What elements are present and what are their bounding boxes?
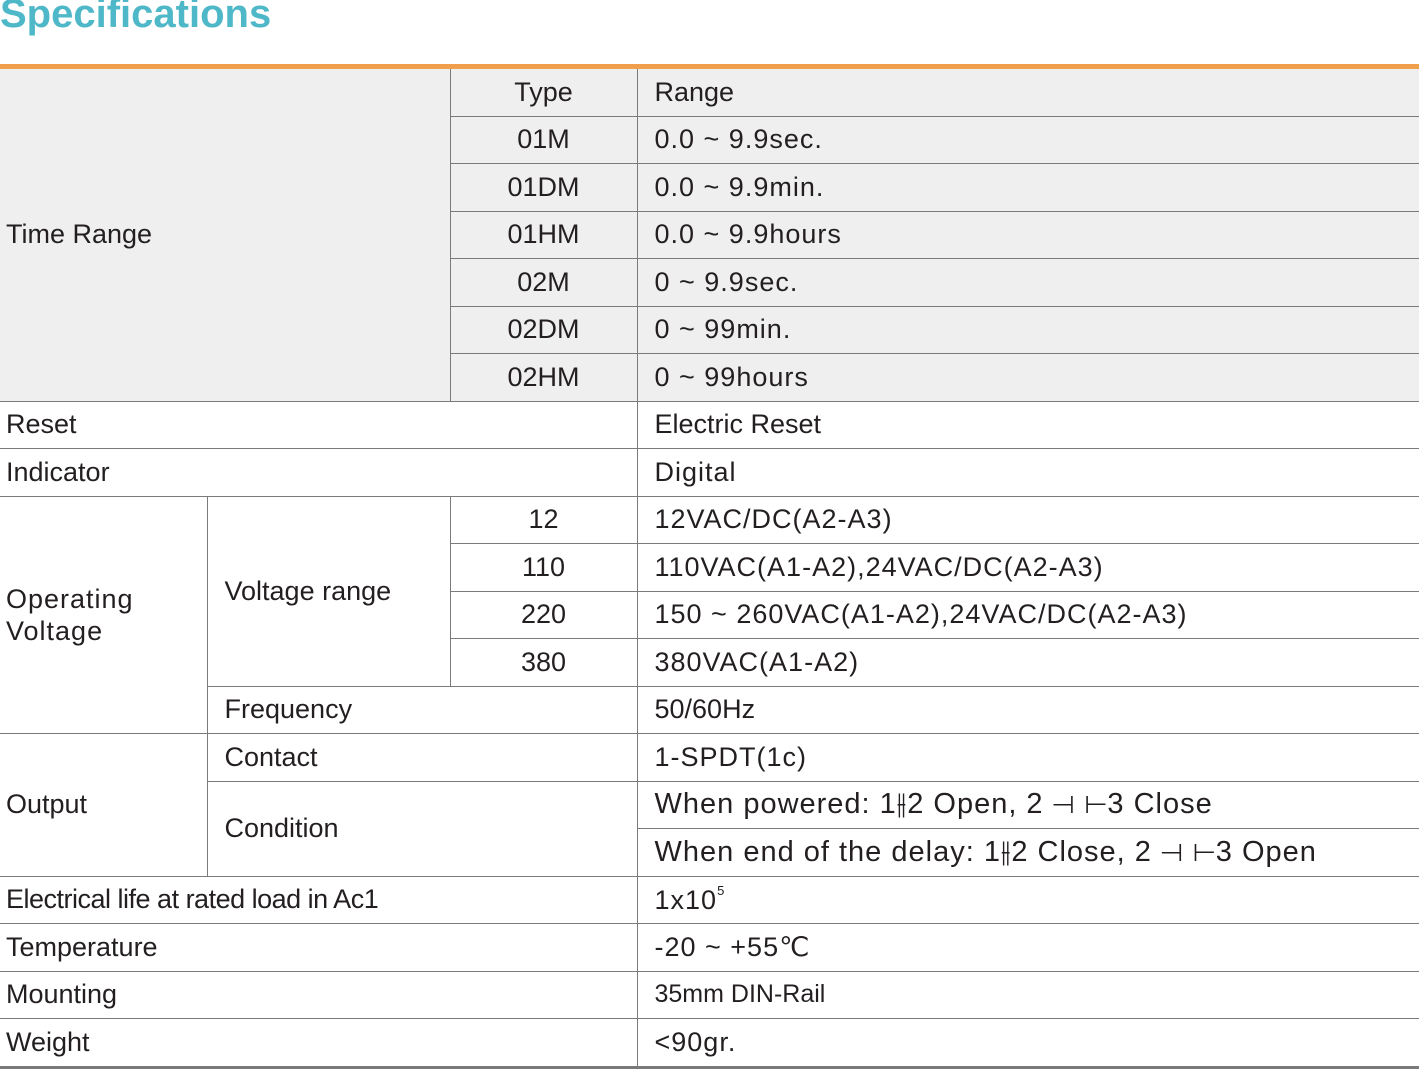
range-cell: 0 ~ 99hours <box>636 353 1419 402</box>
range-cell: 0 ~ 99min. <box>636 305 1419 354</box>
table-row: Output Contact 1-SPDT(1c) <box>0 733 1419 877</box>
weight-value: <90gr. <box>636 1018 1419 1069</box>
type-header: Type <box>449 69 638 117</box>
table-row: Time Range Type Range <box>0 69 1419 402</box>
voltage-code: 220 <box>450 590 638 639</box>
frequency-value: 50/60Hz <box>636 685 1419 734</box>
contact-label: Contact <box>206 733 638 782</box>
mounting-label: Mounting <box>0 970 638 1019</box>
type-cell: 02HM <box>450 353 638 402</box>
type-cell: 01DM <box>450 163 638 212</box>
electrical-life-label: Electrical life at rated load in Ac1 <box>0 875 638 924</box>
table-row: Reset Electric Reset <box>0 400 1419 449</box>
operating-voltage-line2: Voltage <box>6 615 104 646</box>
table-row: Operating Voltage Voltage range 12 12VAC… <box>0 495 1419 734</box>
specifications-table: Time Range Type Range 01M 0.0 ~ 9.9sec. … <box>0 69 1419 1069</box>
type-cell: 01M <box>450 115 638 164</box>
voltage-range-label: Voltage range <box>206 495 451 687</box>
voltage-code: 380 <box>450 638 638 687</box>
table-row: Weight <90gr. <box>0 1018 1419 1069</box>
table-row: Electrical life at rated load in Ac1 1x1… <box>0 875 1419 924</box>
reset-label: Reset <box>0 400 638 449</box>
frequency-label: Frequency <box>207 685 638 734</box>
table-row: Indicator Digital <box>0 448 1419 497</box>
type-cell: 02M <box>450 258 638 307</box>
operating-voltage-label: Operating Voltage <box>0 495 208 734</box>
condition-delay: When end of the delay: 1⫲2 Close, 2 ⊣ ⊢3… <box>637 828 1419 877</box>
table-row: Condition When powered: 1⫲2 Open, 2 ⊣ ⊢3… <box>0 780 1419 877</box>
operating-voltage-line1: Operating <box>6 583 134 614</box>
voltage-code: 110 <box>450 543 638 592</box>
electrical-life-exponent: 5 <box>717 883 726 899</box>
table-row: Mounting 35mm DIN-Rail <box>0 970 1419 1019</box>
condition-label: Condition <box>207 780 638 877</box>
range-cell: 0 ~ 9.9sec. <box>636 258 1419 307</box>
table-row: Temperature -20 ~ +55℃ <box>0 923 1419 972</box>
type-cell: 01HM <box>450 210 638 259</box>
type-cell: 02DM <box>450 305 638 354</box>
indicator-value: Digital <box>636 448 1419 497</box>
condition-powered: When powered: 1⫲2 Open, 2 ⊣ ⊢3 Close <box>636 780 1419 829</box>
electrical-life-value: 1x105 <box>636 875 1419 924</box>
voltage-code: 12 <box>449 495 638 544</box>
voltage-value: 380VAC(A1-A2) <box>636 638 1419 687</box>
range-header: Range <box>636 69 1419 117</box>
contact-value: 1-SPDT(1c) <box>636 733 1419 782</box>
electrical-life-base: 1x10 <box>654 885 718 916</box>
output-label: Output <box>0 733 208 877</box>
voltage-value: 150 ~ 260VAC(A1-A2),24VAC/DC(A2-A3) <box>636 590 1419 639</box>
range-cell: 0.0 ~ 9.9sec. <box>636 115 1419 164</box>
voltage-value: 110VAC(A1-A2),24VAC/DC(A2-A3) <box>636 543 1419 592</box>
mounting-value: 35mm DIN-Rail <box>636 970 1419 1019</box>
range-cell: 0.0 ~ 9.9hours <box>636 210 1419 259</box>
reset-value: Electric Reset <box>636 400 1419 449</box>
voltage-value: 12VAC/DC(A2-A3) <box>636 495 1419 544</box>
weight-label: Weight <box>0 1018 638 1069</box>
table-row: Frequency 50/60Hz <box>0 685 1419 734</box>
temperature-label: Temperature <box>0 923 638 972</box>
temperature-value: -20 ~ +55℃ <box>636 923 1419 972</box>
page-title: Specifications <box>0 0 272 36</box>
time-range-label: Time Range <box>0 69 451 402</box>
indicator-label: Indicator <box>0 448 638 497</box>
range-cell: 0.0 ~ 9.9min. <box>636 163 1419 212</box>
